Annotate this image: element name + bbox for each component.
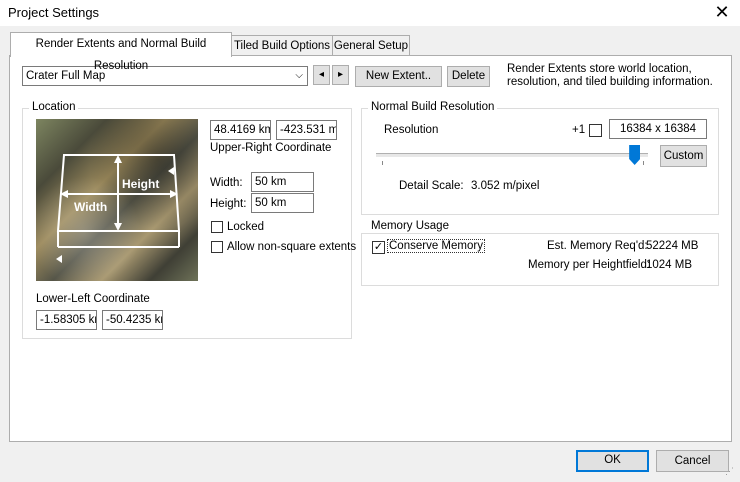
upper-right-y-input[interactable]: -423.531 m xyxy=(276,120,337,140)
tab-render-extents[interactable]: Render Extents and Normal Build Resoluti… xyxy=(10,32,232,72)
lower-left-label: Lower-Left Coordinate xyxy=(36,293,150,305)
close-icon[interactable]: ✕ xyxy=(710,2,734,22)
locked-label: Locked xyxy=(227,221,265,233)
tab-tiled-build-options[interactable]: Tiled Build Options xyxy=(231,35,333,56)
resolution-label: Resolution xyxy=(384,124,439,136)
title-bar: Project Settings ✕ xyxy=(0,0,740,26)
height-diagram-label: Height xyxy=(122,177,160,191)
cancel-button[interactable]: Cancel xyxy=(656,450,729,472)
width-input[interactable]: 50 km xyxy=(251,172,314,192)
tab-panel: Crater Full Map ⌵ ◂ ▸ New Extent.. Delet… xyxy=(9,55,732,442)
tab-general-setup[interactable]: General Setup xyxy=(332,35,410,56)
resolution-legend: Normal Build Resolution xyxy=(368,101,498,113)
lower-left-y-input[interactable]: -50.4235 km xyxy=(102,310,163,330)
lower-left-x-input[interactable]: -1.58305 km xyxy=(36,310,97,330)
extent-box-graphic xyxy=(56,154,181,263)
detail-scale-label: Detail Scale: xyxy=(399,180,464,192)
est-memory-label: Est. Memory Req'd: xyxy=(547,240,648,252)
memory-legend: Memory Usage xyxy=(368,220,452,232)
resize-grip-icon[interactable]: ⋰ xyxy=(725,467,737,480)
upper-right-label: Upper-Right Coordinate xyxy=(210,142,332,154)
location-legend: Location xyxy=(29,101,79,113)
est-memory-value: 52224 MB xyxy=(646,240,699,252)
chevron-down-icon: ⌵ xyxy=(295,70,303,81)
nonsquare-checkbox[interactable] xyxy=(211,241,223,253)
extent-info-text: Render Extents store world location, res… xyxy=(507,63,713,88)
upper-right-x-input[interactable]: 48.4169 km xyxy=(210,120,271,140)
prev-extent-button[interactable]: ◂ xyxy=(313,65,330,85)
locked-checkbox[interactable] xyxy=(211,221,223,233)
width-label: Width: xyxy=(210,177,243,189)
extent-select[interactable]: Crater Full Map ⌵ xyxy=(22,66,308,86)
terrain-image: Height Width xyxy=(36,119,198,281)
height-label: Height: xyxy=(210,198,247,210)
memory-per-heightfield-value: 1024 MB xyxy=(646,259,693,271)
new-extent-button[interactable]: New Extent.. xyxy=(355,66,442,87)
slider-tick xyxy=(382,161,383,165)
slider-tick xyxy=(643,161,644,165)
ok-button[interactable]: OK xyxy=(576,450,649,472)
width-diagram-label: Width xyxy=(74,200,108,214)
nonsquare-label: Allow non-square extents xyxy=(227,241,357,253)
resolution-slider-track[interactable] xyxy=(376,153,648,157)
checkmark-icon: ✓ xyxy=(373,241,384,253)
memory-per-heightfield-label: Memory per Heightfield: xyxy=(528,259,651,271)
plus-one-label: +1 xyxy=(572,124,586,136)
height-input[interactable]: 50 km xyxy=(251,193,314,213)
resolution-value-field: 16384 x 16384 xyxy=(609,119,707,139)
custom-resolution-button[interactable]: Custom xyxy=(660,145,707,167)
detail-scale-value: 3.052 m/pixel xyxy=(471,180,540,192)
window-title: Project Settings xyxy=(8,5,100,20)
next-extent-button[interactable]: ▸ xyxy=(332,65,349,85)
delete-extent-button[interactable]: Delete xyxy=(447,66,490,87)
conserve-memory-label: Conserve Memory xyxy=(387,239,485,253)
plus-one-checkbox[interactable] xyxy=(589,124,602,137)
conserve-memory-checkbox[interactable]: ✓ xyxy=(372,241,385,254)
